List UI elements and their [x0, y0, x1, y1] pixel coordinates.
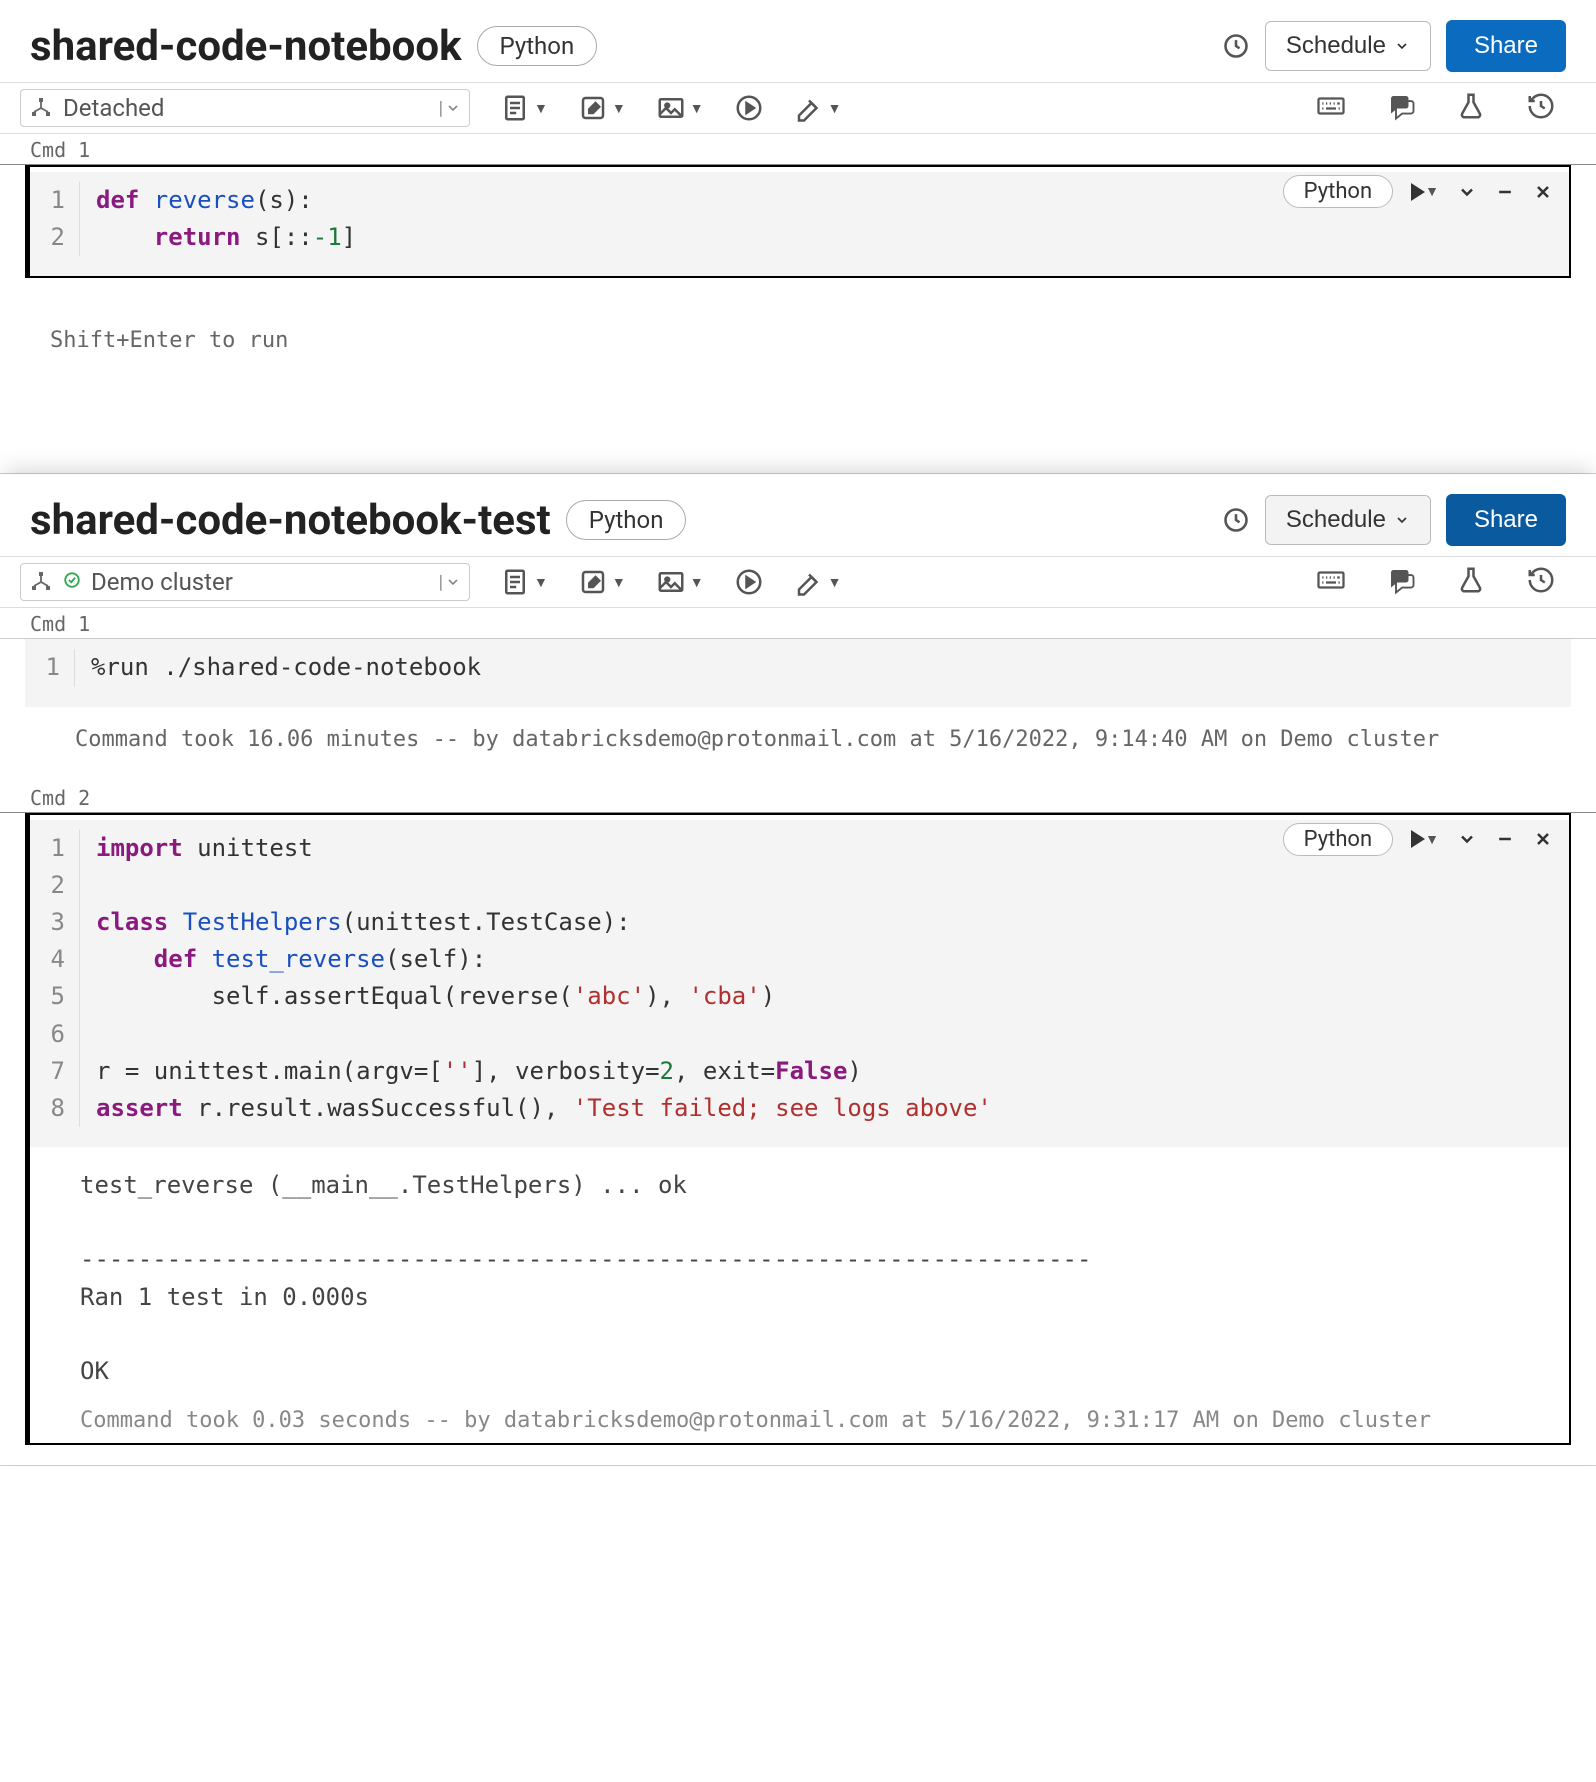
header: shared-code-notebook-test Python Schedul…	[0, 474, 1596, 556]
file-menu-button[interactable]: ▼	[500, 567, 548, 597]
cluster-icon	[29, 96, 53, 120]
revision-history-icon[interactable]	[1526, 91, 1556, 125]
cell-minimize-button[interactable]	[1495, 182, 1515, 202]
line-gutter: 12345678	[30, 830, 80, 1128]
image-menu-button[interactable]: ▼	[656, 567, 704, 597]
cmd-1-label: Cmd 1	[0, 608, 1596, 639]
code-content: import unittest class TestHelpers(unitte…	[80, 830, 1569, 1128]
toolbar: Demo cluster | ▼ ▼ ▼ ▼	[0, 556, 1596, 608]
notebook-1: shared-code-notebook Python Schedule Sha…	[0, 0, 1596, 474]
cell-collapse-button[interactable]	[1457, 829, 1477, 849]
code-content: %run ./shared-code-notebook	[75, 649, 1571, 686]
chevron-down-icon	[1394, 38, 1410, 54]
share-button[interactable]: Share	[1446, 20, 1566, 72]
cell-1[interactable]: 1 %run ./shared-code-notebook Command to…	[25, 639, 1571, 781]
cell-status: Command took 16.06 minutes -- by databri…	[25, 707, 1571, 782]
language-pill[interactable]: Python	[477, 26, 598, 66]
edit-menu-button[interactable]: ▼	[578, 93, 626, 123]
cluster-name: Demo cluster	[91, 568, 233, 596]
cluster-icon	[29, 570, 53, 594]
run-hint: Shift+Enter to run	[0, 298, 1596, 473]
cluster-dropdown-caret: |	[439, 572, 461, 593]
schedule-button[interactable]: Schedule	[1265, 495, 1431, 545]
cell-language-pill[interactable]: Python	[1283, 823, 1393, 856]
notebook-title[interactable]: shared-code-notebook-test	[30, 496, 551, 545]
cell-collapse-button[interactable]	[1457, 182, 1477, 202]
clear-menu-button[interactable]: ▼	[794, 93, 842, 123]
cluster-name: Detached	[63, 94, 164, 122]
notebook-title[interactable]: shared-code-notebook	[30, 22, 462, 71]
schedule-label: Schedule	[1286, 32, 1386, 60]
cell-1[interactable]: Python ▼ 12 def reverse(s): return s[::-…	[25, 165, 1571, 278]
cmd-2-label: Cmd 2	[0, 782, 1596, 813]
cell-status: Command took 0.03 seconds -- by databric…	[30, 1400, 1569, 1443]
run-all-button[interactable]	[734, 567, 764, 597]
share-button[interactable]: Share	[1446, 494, 1566, 546]
cell-header: Python ▼	[30, 167, 1569, 208]
cluster-selector[interactable]: Detached |	[20, 89, 470, 127]
cluster-dropdown-caret: |	[439, 98, 461, 119]
toolbar: Detached | ▼ ▼ ▼ ▼	[0, 82, 1596, 134]
comments-icon[interactable]	[1386, 565, 1416, 599]
schedule-button[interactable]: Schedule	[1265, 21, 1431, 71]
header: shared-code-notebook Python Schedule Sha…	[0, 0, 1596, 82]
last-run-icon[interactable]	[1222, 506, 1250, 534]
experiments-icon[interactable]	[1456, 91, 1486, 125]
keyboard-shortcuts-icon[interactable]	[1316, 565, 1346, 599]
code-editor[interactable]: 1 %run ./shared-code-notebook	[25, 639, 1571, 706]
experiments-icon[interactable]	[1456, 565, 1486, 599]
schedule-label: Schedule	[1286, 506, 1386, 534]
cell-close-button[interactable]	[1533, 182, 1553, 202]
image-menu-button[interactable]: ▼	[656, 93, 704, 123]
cell-minimize-button[interactable]	[1495, 829, 1515, 849]
cluster-selector[interactable]: Demo cluster |	[20, 563, 470, 601]
last-run-icon[interactable]	[1222, 32, 1250, 60]
cell-header: Python ▼	[30, 815, 1569, 856]
keyboard-shortcuts-icon[interactable]	[1316, 91, 1346, 125]
chevron-down-icon	[1394, 512, 1410, 528]
revision-history-icon[interactable]	[1526, 565, 1556, 599]
cell-language-pill[interactable]: Python	[1283, 175, 1393, 208]
clear-menu-button[interactable]: ▼	[794, 567, 842, 597]
cell-run-button[interactable]: ▼	[1411, 183, 1439, 201]
file-menu-button[interactable]: ▼	[500, 93, 548, 123]
edit-menu-button[interactable]: ▼	[578, 567, 626, 597]
cluster-status-icon	[63, 571, 81, 594]
cell-2[interactable]: Python ▼ 12345678 import unittest class …	[25, 813, 1571, 1446]
cell-output: test_reverse (__main__.TestHelpers) ... …	[30, 1147, 1569, 1400]
language-pill[interactable]: Python	[566, 500, 687, 540]
notebook-2: shared-code-notebook-test Python Schedul…	[0, 474, 1596, 1466]
cmd-1-label: Cmd 1	[0, 134, 1596, 165]
cell-close-button[interactable]	[1533, 829, 1553, 849]
comments-icon[interactable]	[1386, 91, 1416, 125]
cell-run-button[interactable]: ▼	[1411, 830, 1439, 848]
run-all-button[interactable]	[734, 93, 764, 123]
line-gutter: 1	[25, 649, 75, 686]
code-editor[interactable]: 12345678 import unittest class TestHelpe…	[30, 820, 1569, 1148]
